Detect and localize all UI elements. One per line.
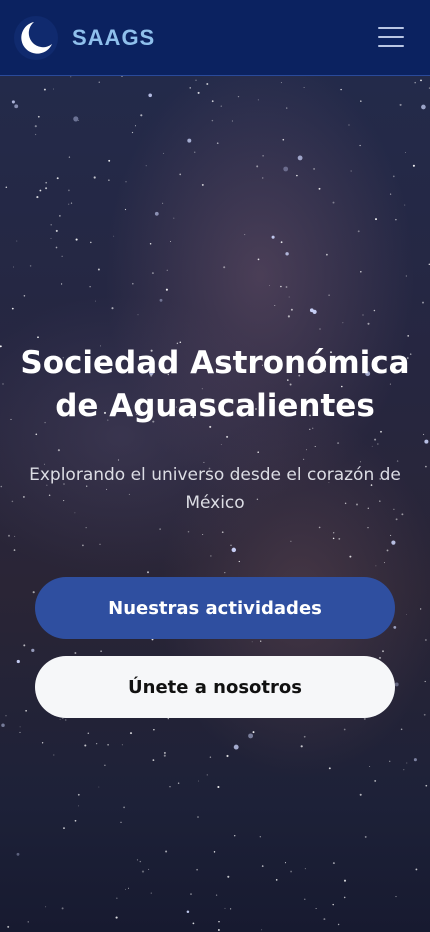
menu-line [378, 45, 404, 47]
activities-button[interactable]: Nuestras actividades [35, 577, 395, 639]
site-header: SAAGS [0, 0, 430, 76]
hero-section: Sociedad Astronómica de Aguascalientes E… [0, 76, 430, 932]
crescent-moon-icon[interactable] [14, 16, 58, 60]
menu-line [378, 36, 404, 38]
brand-name[interactable]: SAAGS [72, 24, 155, 52]
join-us-button[interactable]: Únete a nosotros [35, 656, 395, 718]
menu-line [378, 27, 404, 29]
hero-title: Sociedad Astronómica de Aguascalientes [20, 345, 410, 424]
hamburger-menu-icon[interactable] [378, 27, 404, 49]
hero-subtitle: Explorando el universo desde el corazón … [29, 465, 401, 513]
page: SAAGS Sociedad Astronómica de Aguascalie… [0, 0, 430, 932]
